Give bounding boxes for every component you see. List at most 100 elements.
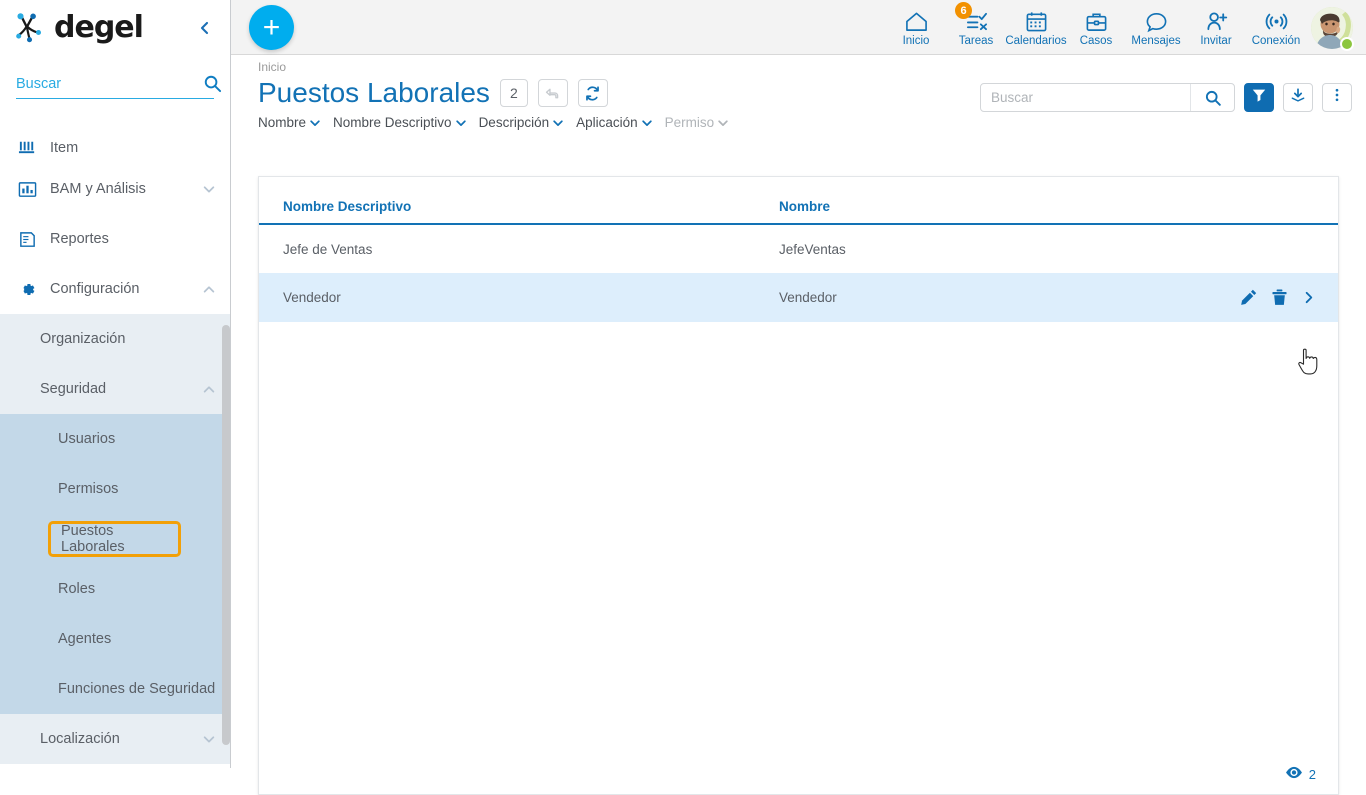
sidebar-item-funciones-de-seguridad[interactable]: Funciones de Seguridad xyxy=(0,664,230,714)
top-nav-calendarios[interactable]: Calendarios xyxy=(1005,0,1067,55)
sidebar-collapse-button[interactable] xyxy=(194,17,216,39)
sidebar-nav: Item BAM y Análisis Reportes Configuraci… xyxy=(0,122,230,768)
sidebar-item-puestos-laborales-wrap: Puestos Laborales xyxy=(0,514,230,564)
search-icon[interactable] xyxy=(1190,84,1234,111)
chip-nombre-descriptivo[interactable]: Nombre Descriptivo xyxy=(333,115,467,130)
sidebar-scrollbar[interactable] xyxy=(222,325,230,745)
sidebar-item-agentes[interactable]: Agentes xyxy=(0,614,230,664)
sidebar-subitem-label: Localización xyxy=(40,731,120,747)
sidebar: degel Item xyxy=(0,0,231,768)
download-button[interactable] xyxy=(1283,83,1313,112)
top-nav-invitar[interactable]: Invitar xyxy=(1186,0,1246,55)
sidebar-item-label: BAM y Análisis xyxy=(50,181,146,197)
briefcase-icon xyxy=(1084,8,1109,34)
user-add-icon xyxy=(1204,8,1229,34)
chevron-down-icon[interactable] xyxy=(202,732,216,746)
top-nav-label: Inicio xyxy=(902,35,930,47)
seguridad-submenu: Usuarios Permisos Puestos Laborales Role… xyxy=(0,414,230,714)
sidebar-item-puestos-laborales[interactable]: Puestos Laborales xyxy=(48,521,181,557)
sidebar-item-configuracion[interactable]: Configuración xyxy=(0,264,230,314)
breadcrumb[interactable]: Inicio xyxy=(258,60,286,74)
configuracion-submenu: Organización Seguridad xyxy=(0,314,230,414)
brand-row: degel xyxy=(0,0,230,55)
sidebar-item-seguridad[interactable]: Seguridad xyxy=(0,364,230,414)
filter-button[interactable] xyxy=(1244,83,1274,112)
refresh-button[interactable] xyxy=(577,79,608,107)
top-nav-label: Invitar xyxy=(1200,35,1232,47)
open-row-button[interactable] xyxy=(1301,290,1316,305)
top-nav-label: Casos xyxy=(1079,35,1113,47)
sidebar-subitem-label: Usuarios xyxy=(58,431,116,447)
cell-nombre-descriptivo: Vendedor xyxy=(283,290,341,305)
sidebar-search-input[interactable] xyxy=(16,75,203,92)
chip-aplicacion[interactable]: Aplicación xyxy=(576,115,653,130)
top-nav-mensajes[interactable]: Mensajes xyxy=(1126,0,1186,55)
brand-name: degel xyxy=(54,10,144,45)
record-count-badge: 2 xyxy=(499,79,528,107)
item-icon xyxy=(16,137,38,156)
sidebar-item-item[interactable]: Item xyxy=(0,122,230,164)
cell-actions xyxy=(1199,224,1338,273)
column-header-nombre[interactable]: Nombre xyxy=(779,177,1199,225)
add-button[interactable]: + xyxy=(249,5,294,50)
kebab-menu-icon xyxy=(1329,87,1345,108)
row-action-buttons xyxy=(1199,288,1316,307)
sidebar-item-label: Configuración xyxy=(50,281,140,297)
chevron-up-icon[interactable] xyxy=(202,282,216,296)
more-options-button[interactable] xyxy=(1322,83,1352,112)
delete-row-button[interactable] xyxy=(1270,288,1289,307)
column-header-nombre-descriptivo[interactable]: Nombre Descriptivo xyxy=(259,177,779,225)
chevron-up-icon[interactable] xyxy=(202,382,216,396)
search-box[interactable] xyxy=(980,83,1235,112)
sidebar-subitem-label: Organización xyxy=(40,331,126,347)
chip-permiso[interactable]: Permiso xyxy=(665,115,730,130)
top-nav-label: Calendarios xyxy=(1005,35,1067,47)
sidebar-item-permisos[interactable]: Permisos xyxy=(0,464,230,514)
undo-button[interactable] xyxy=(537,79,568,107)
top-nav-tareas[interactable]: 6 Tareas xyxy=(946,0,1006,55)
sidebar-item-localizacion[interactable]: Localización xyxy=(0,714,230,764)
user-avatar-button[interactable] xyxy=(1306,0,1358,55)
chip-nombre[interactable]: Nombre xyxy=(258,115,321,130)
sidebar-item-usuarios[interactable]: Usuarios xyxy=(0,414,230,464)
cell-nombre: JefeVentas xyxy=(779,241,846,257)
cell-nombre-descriptivo: Jefe de Ventas xyxy=(283,241,373,257)
toolbar-right xyxy=(980,83,1352,112)
chip-descripcion[interactable]: Descripción xyxy=(479,115,565,130)
sidebar-item-organizacion[interactable]: Organización xyxy=(0,314,230,364)
chevron-down-icon xyxy=(552,117,564,129)
top-nav-label: Tareas xyxy=(958,35,994,47)
table-header-row: Nombre Descriptivo Nombre xyxy=(259,177,1338,225)
filter-chips: Nombre Nombre Descriptivo Descripción Ap… xyxy=(258,115,729,130)
cell-nombre: Vendedor xyxy=(779,290,837,305)
search-icon[interactable] xyxy=(203,74,222,93)
table-row[interactable]: Vendedor Vendedor xyxy=(259,273,1338,322)
edit-row-button[interactable] xyxy=(1239,288,1258,307)
chevron-down-icon xyxy=(455,117,467,129)
search-input[interactable] xyxy=(981,90,1190,105)
top-nav-casos[interactable]: Casos xyxy=(1066,0,1126,55)
title-row: Puestos Laborales 2 xyxy=(258,77,608,109)
chevron-down-icon[interactable] xyxy=(202,182,216,196)
chip-label: Aplicación xyxy=(576,115,638,130)
top-bar-icons: Inicio 6 Tareas Calendarios Casos Mensaj… xyxy=(886,0,1358,55)
sidebar-subitem-label: Seguridad xyxy=(40,381,107,397)
sidebar-item-bam-y-analisis[interactable]: BAM y Análisis xyxy=(0,164,230,214)
calendar-icon xyxy=(1024,8,1049,34)
top-nav-conexion[interactable]: Conexión xyxy=(1246,0,1306,55)
plus-icon: + xyxy=(262,10,281,44)
sidebar-subitem-label: Permisos xyxy=(58,481,119,497)
sidebar-item-reportes[interactable]: Reportes xyxy=(0,214,230,264)
sidebar-subitem-label: Agentes xyxy=(58,631,112,647)
sidebar-subitem-label: Puestos Laborales xyxy=(61,523,125,555)
sidebar-item-roles[interactable]: Roles xyxy=(0,564,230,614)
top-nav-inicio[interactable]: Inicio xyxy=(886,0,946,55)
table-row[interactable]: Jefe de Ventas JefeVentas xyxy=(259,224,1338,273)
chip-label: Nombre Descriptivo xyxy=(333,115,452,130)
localizacion-group: Localización xyxy=(0,714,230,764)
chip-label: Descripción xyxy=(478,115,550,130)
chip-label: Permiso xyxy=(664,115,715,130)
bar-chart-icon xyxy=(16,180,38,199)
sidebar-search[interactable] xyxy=(16,69,222,99)
top-nav-label: Mensajes xyxy=(1131,35,1181,47)
